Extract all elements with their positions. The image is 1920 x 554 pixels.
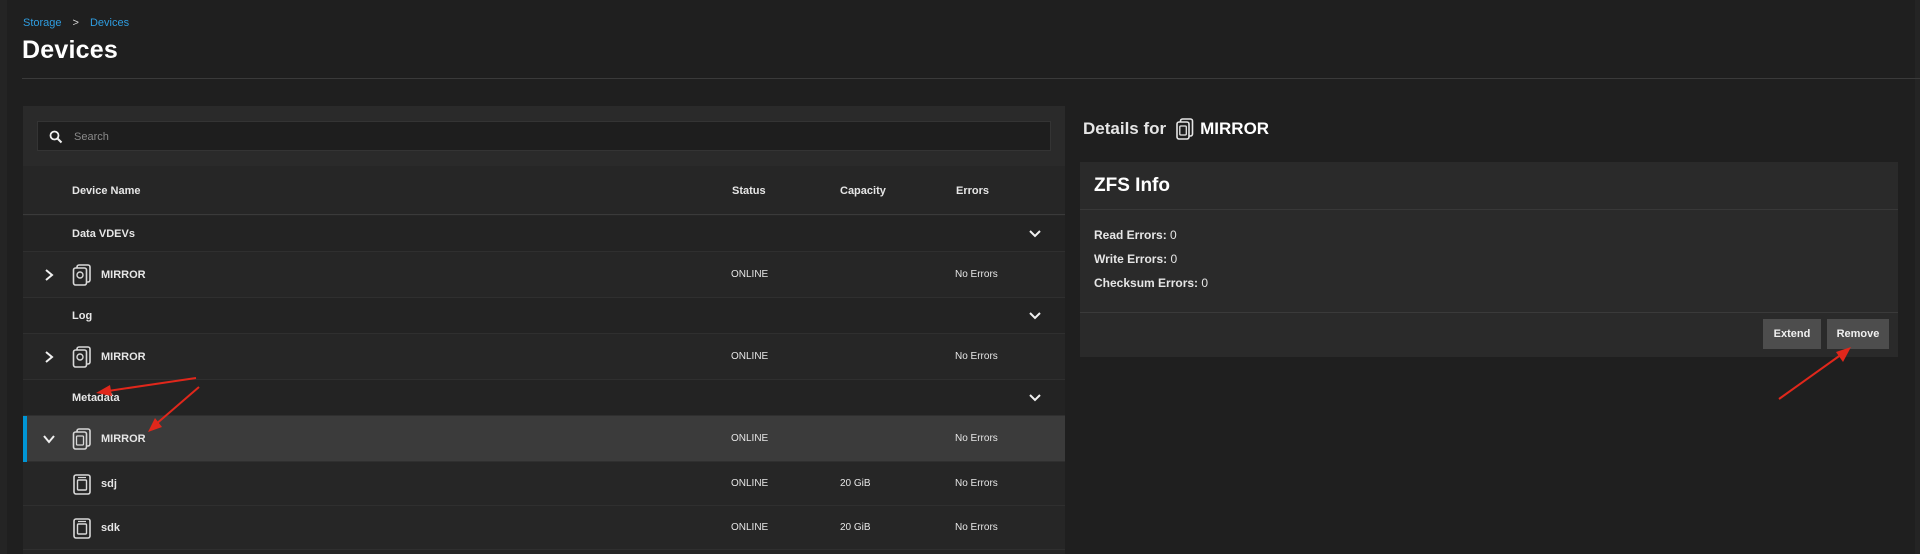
column-capacity: Capacity bbox=[840, 185, 886, 197]
write-errors-value: 0 bbox=[1170, 252, 1178, 266]
chevron-down-icon[interactable] bbox=[1028, 228, 1042, 240]
write-errors-label: Write Errors: bbox=[1094, 252, 1168, 266]
page-title: Devices bbox=[22, 36, 118, 64]
zfs-info-header: ZFS Info bbox=[1080, 162, 1898, 210]
read-errors-line: Read Errors: 0 bbox=[1094, 228, 1177, 242]
device-errors: No Errors bbox=[955, 351, 998, 362]
device-errors: No Errors bbox=[955, 269, 998, 280]
zfs-info-heading: ZFS Info bbox=[1094, 175, 1170, 196]
device-row[interactable]: MIRROR ONLINE No Errors bbox=[23, 252, 1065, 298]
read-errors-label: Read Errors: bbox=[1094, 228, 1167, 242]
column-device-name: Device Name bbox=[72, 185, 141, 197]
device-name: MIRROR bbox=[101, 351, 146, 363]
device-name: MIRROR bbox=[101, 433, 146, 445]
device-status: ONLINE bbox=[731, 351, 769, 362]
details-title: Details for MIRROR bbox=[1083, 118, 1269, 140]
disk-capacity: 20 GiB bbox=[840, 478, 871, 489]
mirror-disk-icon bbox=[72, 428, 91, 450]
device-status: ONLINE bbox=[731, 269, 769, 280]
device-status: ONLINE bbox=[731, 433, 769, 444]
chevron-right-icon[interactable] bbox=[42, 268, 56, 282]
zfs-info-card: ZFS Info Read Errors: 0 Write Errors: 0 … bbox=[1080, 162, 1898, 357]
search-box[interactable] bbox=[37, 121, 1051, 151]
checksum-errors-line: Checksum Errors: 0 bbox=[1094, 276, 1208, 290]
read-errors-value: 0 bbox=[1170, 228, 1177, 242]
chevron-down-icon[interactable] bbox=[1028, 392, 1042, 404]
chevron-down-icon[interactable] bbox=[1028, 310, 1042, 322]
search-icon bbox=[49, 130, 63, 144]
checksum-errors-label: Checksum Errors: bbox=[1094, 276, 1199, 290]
mirror-disk-icon bbox=[1176, 118, 1194, 140]
ssd-disk-icon bbox=[73, 518, 91, 539]
write-errors-line: Write Errors: 0 bbox=[1094, 252, 1177, 266]
breadcrumb-separator: > bbox=[72, 17, 79, 29]
disk-errors: No Errors bbox=[955, 478, 998, 489]
chevron-right-icon[interactable] bbox=[42, 350, 56, 364]
breadcrumb-storage-link[interactable]: Storage bbox=[23, 17, 62, 29]
group-label: Log bbox=[72, 310, 93, 322]
disk-errors: No Errors bbox=[955, 522, 998, 533]
checksum-errors-value: 0 bbox=[1201, 276, 1209, 290]
disk-row[interactable]: sdk ONLINE 20 GiB No Errors bbox=[23, 506, 1065, 550]
search-input[interactable] bbox=[72, 127, 1036, 147]
disk-name: sdj bbox=[101, 478, 117, 490]
breadcrumb-devices-link[interactable]: Devices bbox=[90, 17, 129, 29]
details-title-name: MIRROR bbox=[1200, 119, 1270, 138]
table-header: Device Name Status Capacity Errors bbox=[23, 167, 1065, 215]
column-errors: Errors bbox=[956, 185, 990, 197]
device-errors: No Errors bbox=[955, 433, 998, 444]
breadcrumb: Storage > Devices bbox=[23, 17, 129, 29]
group-label: Metadata bbox=[72, 392, 120, 404]
selection-indicator bbox=[23, 416, 27, 462]
device-row[interactable]: MIRROR ONLINE No Errors bbox=[23, 334, 1065, 380]
search-bar bbox=[23, 106, 1065, 166]
title-divider bbox=[22, 78, 1920, 79]
chevron-down-icon[interactable] bbox=[42, 432, 56, 446]
disk-capacity: 20 GiB bbox=[840, 522, 871, 533]
details-title-prefix: Details for bbox=[1083, 119, 1167, 138]
group-row-log[interactable]: Log bbox=[23, 298, 1065, 334]
mirror-disk-icon bbox=[72, 346, 91, 368]
group-label: Data VDEVs bbox=[72, 228, 135, 240]
disk-status: ONLINE bbox=[731, 522, 769, 533]
extend-button[interactable]: Extend bbox=[1763, 319, 1821, 349]
left-edge-strip bbox=[0, 0, 7, 554]
remove-button[interactable]: Remove bbox=[1827, 319, 1889, 349]
column-status: Status bbox=[732, 185, 766, 197]
group-row-data-vdevs[interactable]: Data VDEVs bbox=[23, 216, 1065, 252]
disk-name: sdk bbox=[101, 522, 120, 534]
disk-row[interactable]: sdj ONLINE 20 GiB No Errors bbox=[23, 462, 1065, 506]
device-row-selected[interactable]: MIRROR ONLINE No Errors bbox=[23, 416, 1065, 462]
group-row-metadata[interactable]: Metadata bbox=[23, 380, 1065, 416]
devices-panel: Device Name Status Capacity Errors Data … bbox=[23, 106, 1065, 554]
zfs-info-actions: Extend Remove bbox=[1080, 312, 1898, 357]
device-name: MIRROR bbox=[101, 269, 146, 281]
right-edge-strip bbox=[1915, 0, 1920, 554]
ssd-disk-icon bbox=[73, 474, 91, 495]
mirror-disk-icon bbox=[72, 264, 91, 286]
disk-status: ONLINE bbox=[731, 478, 769, 489]
